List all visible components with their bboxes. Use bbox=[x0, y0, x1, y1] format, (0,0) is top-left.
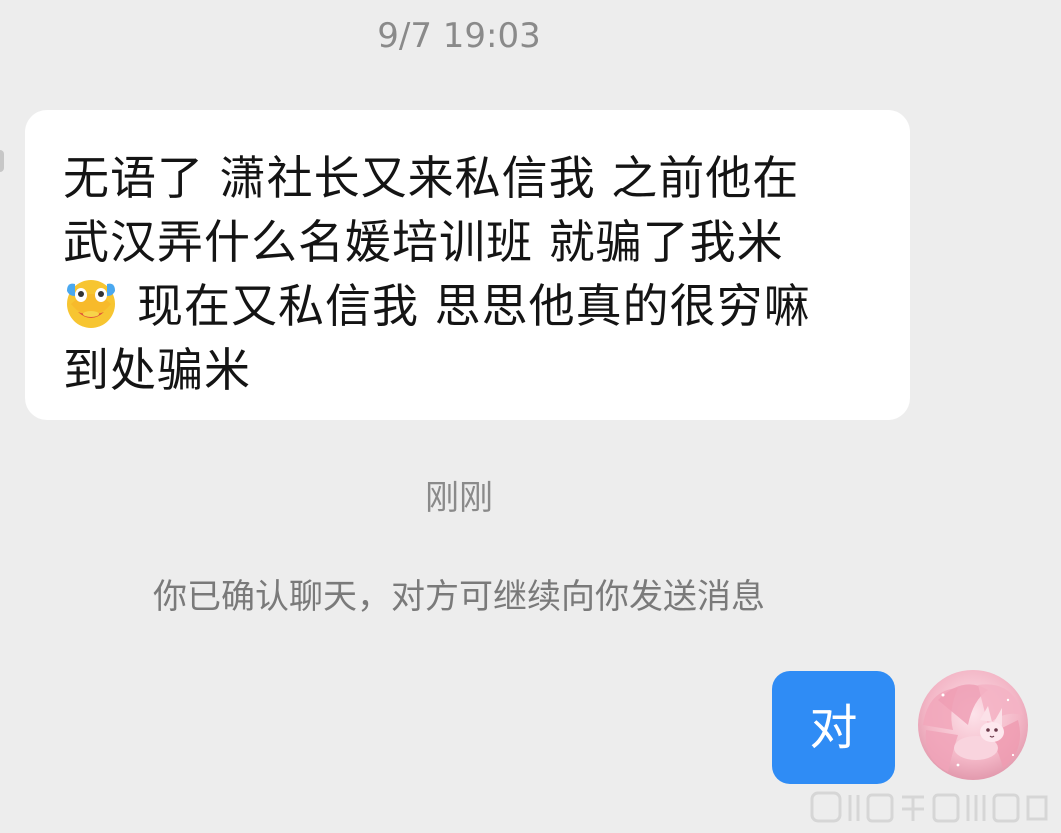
timestamp-top: 9/7 19:03 bbox=[377, 16, 541, 56]
system-notice: 你已确认聊天，对方可继续向你发送消息 bbox=[153, 577, 765, 617]
outgoing-message-text: 对 bbox=[809, 699, 858, 756]
incoming-message-bubble[interactable]: 无语了 潇社长又来私信我 之前他在 武汉弄什么名媛培训班 就骗了我米 现在又私信… bbox=[25, 110, 910, 420]
message-line-3: 现在又私信我 思思他真的很穷嘛 bbox=[63, 274, 873, 338]
message-line-2: 武汉弄什么名媛培训班 就骗了我米 bbox=[63, 215, 784, 269]
message-line-4: 到处骗米 bbox=[63, 343, 251, 397]
timestamp-recent: 刚刚 bbox=[425, 478, 493, 518]
message-line-3-text: 现在又私信我 思思他真的很穷嘛 bbox=[137, 279, 811, 333]
left-edge-mark bbox=[0, 150, 4, 172]
user-avatar[interactable] bbox=[918, 670, 1028, 780]
incoming-message-text: 无语了 潇社长又来私信我 之前他在 武汉弄什么名媛培训班 就骗了我米 现在又私信… bbox=[63, 146, 873, 402]
weibo-watermark-icon bbox=[810, 791, 1048, 823]
outgoing-message-bubble[interactable]: 对 bbox=[772, 671, 895, 784]
crying-laughing-emoji-icon bbox=[67, 280, 115, 328]
message-line-1: 无语了 潇社长又来私信我 之前他在 bbox=[63, 151, 800, 205]
pink-fox-avatar-icon bbox=[918, 670, 1028, 780]
